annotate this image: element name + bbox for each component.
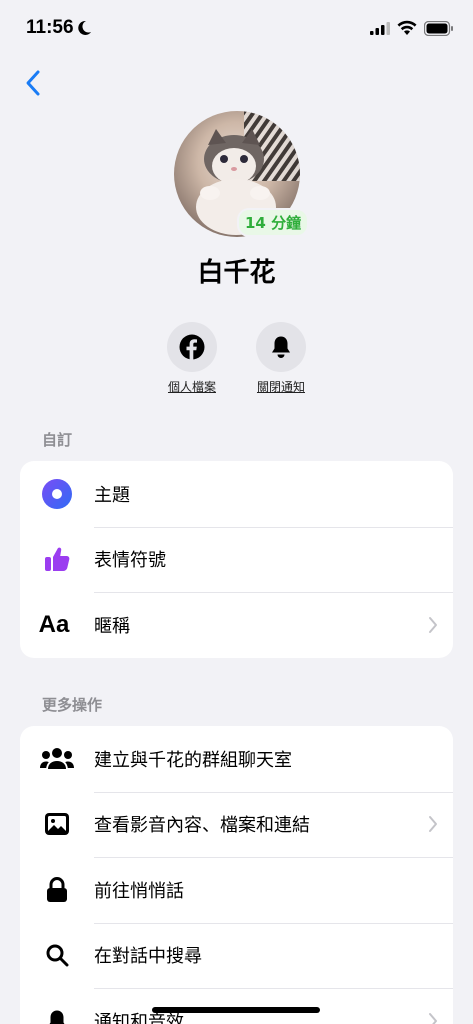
contact-name: 白千花 [197,258,276,288]
section-header-customize: 自訂 [42,431,73,449]
battery-icon [424,21,453,36]
mute-button-label: 關閉通知 [256,380,305,394]
row-create-group-label: 建立與千花的群組聊天室 [94,749,292,771]
profile-avatar[interactable]: 14 分鐘 [174,111,310,237]
lock-icon [47,876,67,902]
cellular-signal-icon [370,22,390,35]
back-button[interactable] [18,66,48,100]
image-icon [45,813,69,836]
row-emoji[interactable]: 表情符號 [20,526,453,593]
profile-button-circle [167,322,217,372]
theme-icon [42,478,72,509]
mute-notifications-button[interactable]: 關閉通知 [241,322,321,395]
row-media-files-links[interactable]: 查看影音內容、檔案和連結 [20,791,453,858]
home-indicator [152,1007,320,1013]
row-search-conversation-label: 在對話中搜尋 [94,946,202,968]
facebook-icon [179,334,205,360]
section-header-more-actions: 更多操作 [42,696,103,714]
chevron-right-icon [429,1012,437,1024]
row-theme-label: 主題 [94,484,130,506]
row-theme[interactable]: 主題 [20,461,453,527]
row-nickname[interactable]: Aa 暱稱 [20,592,453,658]
bell-icon [49,1010,65,1024]
active-status-badge: 14 分鐘 [237,208,310,237]
row-search-conversation[interactable]: 在對話中搜尋 [20,922,453,989]
profile-button-label: 個人檔案 [167,380,216,394]
row-nickname-label: 暱稱 [94,615,130,637]
chevron-left-icon [26,70,40,96]
row-secret-conversation-label: 前往悄悄話 [94,880,184,902]
people-icon [40,747,74,769]
bell-icon [272,336,290,358]
aa-icon: Aa [38,610,70,638]
customize-card: 主題 表情符號 Aa 暱稱 [20,461,453,658]
row-notifications-sounds[interactable]: 通知和音效 [20,988,453,1024]
thumbs-up-icon [45,547,70,572]
row-emoji-label: 表情符號 [94,550,166,572]
moon-icon [78,20,91,35]
search-icon [46,944,69,967]
row-media-files-links-label: 查看影音內容、檔案和連結 [94,815,310,837]
chevron-right-icon [429,616,437,633]
chevron-right-icon [429,816,437,833]
mute-button-circle [256,322,306,372]
row-secret-conversation[interactable]: 前往悄悄話 [20,857,453,923]
status-time: 11:56 [26,17,74,38]
wifi-icon [397,20,417,35]
status-bar: 11:56 [0,0,473,58]
more-actions-card: 建立與千花的群組聊天室 查看影音內容、檔案和連結 前往悄悄話 在對話中搜尋 通知… [20,726,453,1024]
row-create-group[interactable]: 建立與千花的群組聊天室 [20,726,453,792]
profile-button[interactable]: 個人檔案 [152,322,232,395]
